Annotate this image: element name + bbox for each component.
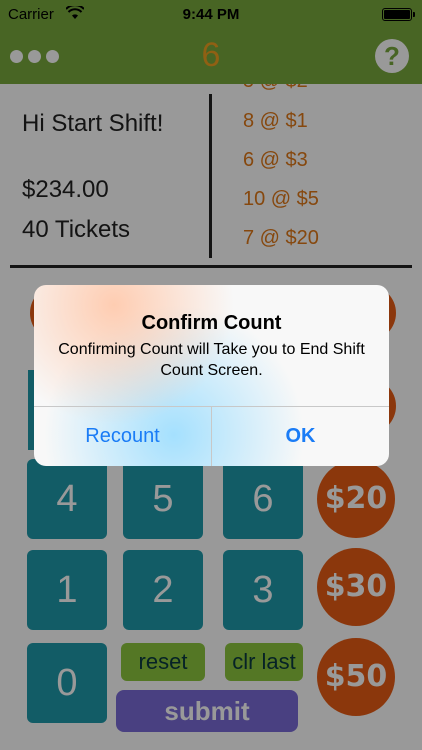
confirm-count-alert: Confirm Count Confirming Count will Take… [34,285,389,466]
recount-button[interactable]: Recount [34,407,211,466]
alert-message: Confirming Count will Take you to End Sh… [58,341,365,379]
ok-button[interactable]: OK [212,407,389,466]
alert-title: Confirm Count [141,312,282,334]
